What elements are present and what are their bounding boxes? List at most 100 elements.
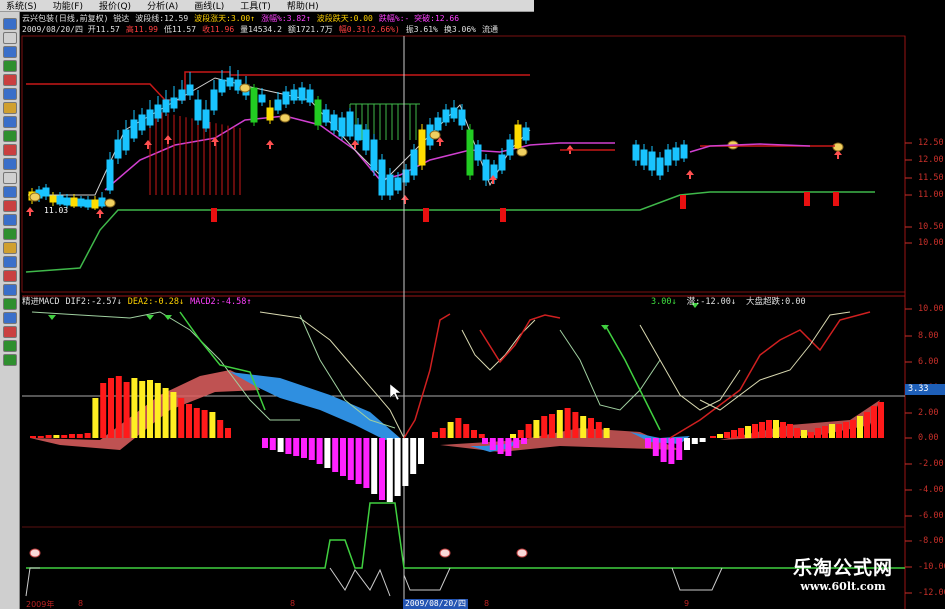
candle-body <box>178 89 186 101</box>
candle-body <box>474 144 482 161</box>
macd-histogram-bar <box>780 422 786 438</box>
candle-body <box>210 89 218 111</box>
toolbar-tool-icon[interactable] <box>3 144 17 156</box>
menu-tools[interactable]: 工具(T) <box>240 0 271 12</box>
macd-histogram-bar <box>541 416 548 438</box>
candle-body <box>258 94 266 103</box>
macd-histogram-bar <box>497 438 504 454</box>
signal-dot-icon <box>29 548 41 558</box>
toolbar-tool-icon[interactable] <box>3 88 17 100</box>
macd-histogram-bar <box>564 408 571 438</box>
sell-signal-bar <box>500 208 506 222</box>
quote-info-field-5: 额1721.7万 <box>287 25 333 34</box>
macd-histogram-bar <box>738 428 744 438</box>
macd-histogram-bar <box>61 435 68 438</box>
sell-signal-bar <box>680 195 686 209</box>
candle-body <box>282 91 290 105</box>
quote-info-field-2: 低11.57 <box>163 25 197 34</box>
cursor-value-label: 3.33 <box>905 384 945 395</box>
toolbar-tool-icon[interactable] <box>3 354 17 366</box>
macd-histogram-bar <box>84 433 91 438</box>
menu-quote[interactable]: 报价(Q) <box>99 0 131 12</box>
menu-help[interactable]: 帮助(H) <box>287 0 319 12</box>
toolbar-tool-icon[interactable] <box>3 186 17 198</box>
macd-histogram-bar <box>30 436 36 438</box>
candle-body <box>632 144 640 161</box>
macd-histogram-bar <box>731 430 737 438</box>
toolbar-tool-icon[interactable] <box>3 32 17 44</box>
candle-body <box>218 79 226 93</box>
candle-body <box>91 199 99 209</box>
toolbar-tool-icon[interactable] <box>3 172 17 184</box>
toolbar-tool-icon[interactable] <box>3 130 17 142</box>
menu-function[interactable]: 功能(F) <box>53 0 83 12</box>
coin-signal-icon <box>104 198 116 208</box>
macd-histogram-bar <box>217 420 224 438</box>
macd-field-2: DEA2:-0.28↓ <box>127 297 185 307</box>
toolbar-tool-icon[interactable] <box>3 102 17 114</box>
toolbar-tool-icon[interactable] <box>3 340 17 352</box>
candle-body <box>106 159 114 191</box>
quote-info-field-3: 收11.96 <box>202 25 235 34</box>
macd-axis-tick: 10.00 <box>918 304 944 314</box>
macd-line-oscillator <box>461 319 536 371</box>
candle-body <box>522 127 530 141</box>
toolbar-tool-icon[interactable] <box>3 312 17 324</box>
macd-histogram-bar <box>645 438 651 448</box>
quote-info-field-7: 振3.61% <box>405 25 438 34</box>
buy-arrow-icon <box>164 135 172 144</box>
macd-histogram-bar <box>710 436 716 438</box>
macd-histogram-bar <box>580 416 587 438</box>
macd-histogram-bar <box>850 420 856 438</box>
menu-draw[interactable]: 画线(L) <box>194 0 224 12</box>
candle-body <box>298 87 306 101</box>
menu-system[interactable]: 系统(S) <box>6 0 37 12</box>
macd-histogram-bar <box>660 438 667 462</box>
macd-histogram-bar <box>386 438 393 502</box>
toolbar-tool-icon[interactable] <box>3 298 17 310</box>
macd-histogram-bar <box>69 434 75 438</box>
signal-line-white-3 <box>403 567 451 591</box>
macd-histogram-bar <box>521 438 527 444</box>
candle-body <box>314 99 322 126</box>
toolbar-tool-icon[interactable] <box>3 18 17 30</box>
macd-histogram-bar <box>269 438 276 450</box>
macd-histogram-bar <box>92 398 99 438</box>
toolbar-tool-icon[interactable] <box>3 74 17 86</box>
macd-axis-tick: -12.00 <box>918 588 945 598</box>
toolbar-tool-icon[interactable] <box>3 326 17 338</box>
macd-histogram-bar <box>131 378 138 438</box>
toolbar-tool-icon[interactable] <box>3 228 17 240</box>
toolbar-tool-icon[interactable] <box>3 46 17 58</box>
macd-histogram-bar <box>76 434 83 438</box>
macd-histogram-bar <box>556 410 563 438</box>
toolbar-tool-icon[interactable] <box>3 158 17 170</box>
toolbar-tool-icon[interactable] <box>3 256 17 268</box>
macd-histogram-bar <box>123 382 130 438</box>
candle-body <box>170 97 178 109</box>
macd-histogram-bar <box>513 438 520 448</box>
buy-arrow-icon <box>26 207 34 216</box>
toolbar-tool-icon[interactable] <box>3 214 17 226</box>
candle-body <box>202 109 210 129</box>
price-low-label: 11.03 <box>44 206 69 215</box>
signal-dot-icon <box>516 548 528 558</box>
macd-indicator-title: 精进MACD DIF2:-2.57↓ DEA2:-0.28↓ MACD2:-4.58↑ <box>22 297 258 308</box>
toolbar-tool-icon[interactable] <box>3 284 17 296</box>
toolbar-tool-icon[interactable] <box>3 200 17 212</box>
menu-analysis[interactable]: 分析(A) <box>147 0 178 12</box>
stop-loss-line <box>25 191 875 273</box>
macd-histogram-bar <box>808 432 814 438</box>
macd-histogram-bar <box>201 410 208 438</box>
bottom-date-label-year: 2009年 <box>26 600 55 609</box>
candle-body <box>138 114 146 131</box>
toolbar-tool-icon[interactable] <box>3 242 17 254</box>
toolbar-tool-icon[interactable] <box>3 116 17 128</box>
macd-histogram-bar <box>759 422 765 438</box>
toolbar-tool-icon[interactable] <box>3 270 17 282</box>
quote-info-field-8: 换3.06% <box>443 25 476 34</box>
macd-histogram-bar <box>186 404 192 438</box>
macd-histogram-bar <box>363 438 370 488</box>
toolbar-tool-icon[interactable] <box>3 60 17 72</box>
macd-histogram-bar <box>691 438 698 444</box>
